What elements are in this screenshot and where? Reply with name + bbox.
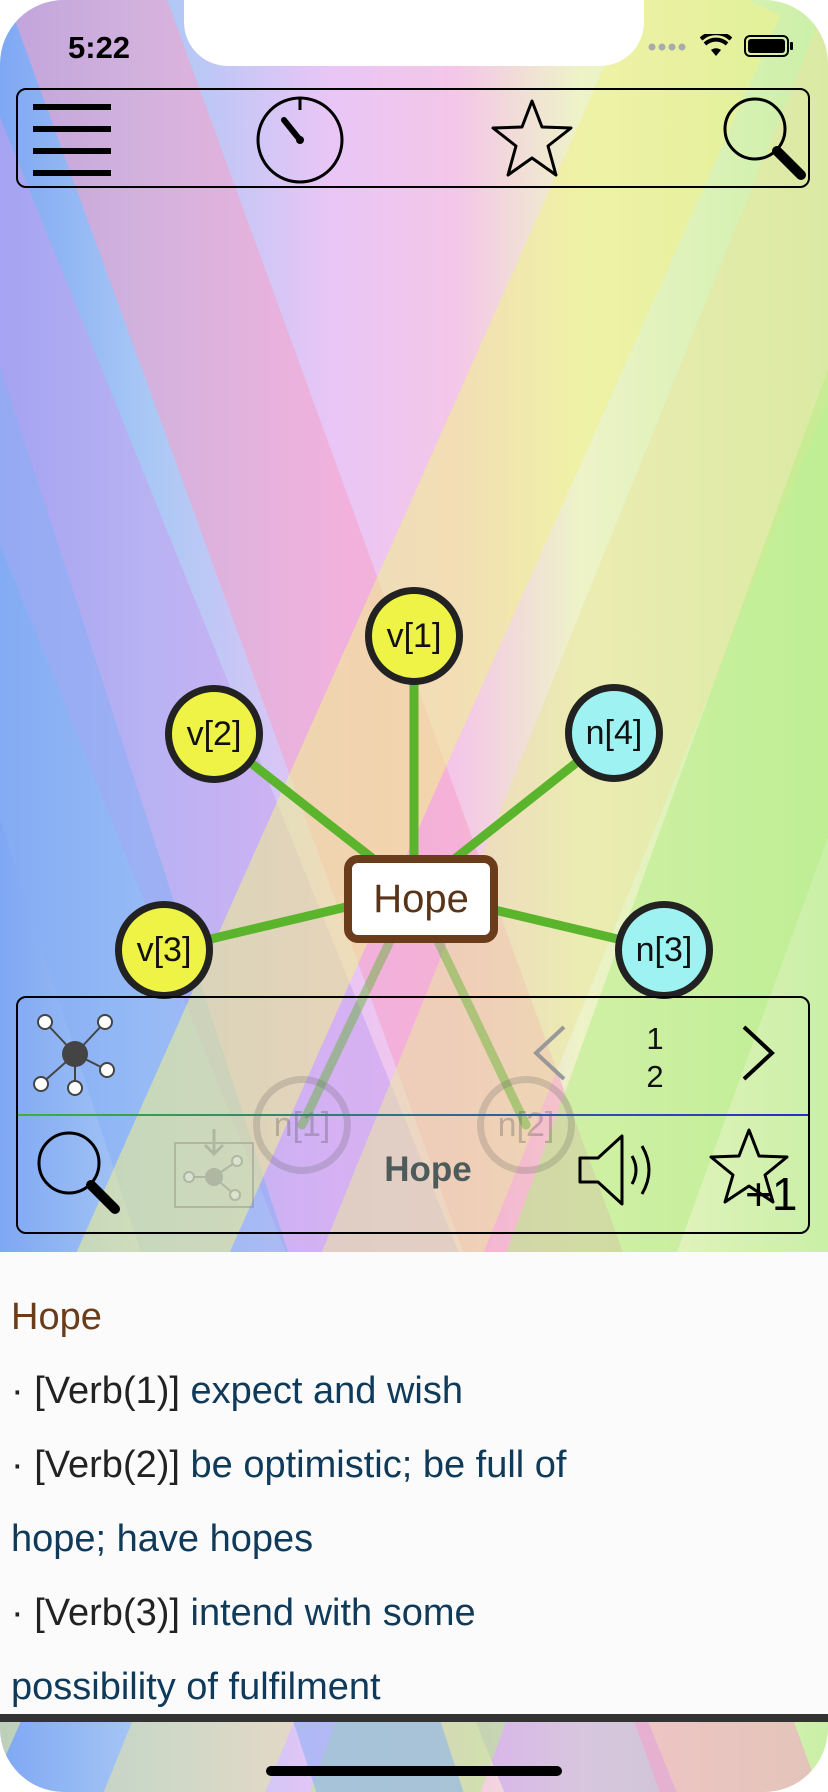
definition-line: · [Verb(3)] intend with some	[11, 1592, 476, 1635]
panel-divider	[18, 1114, 808, 1116]
star-plus-icon: +1	[709, 1126, 797, 1220]
import-graph-button[interactable]	[172, 1126, 256, 1214]
definition-title: Hope	[11, 1296, 102, 1338]
search-icon	[35, 1129, 121, 1220]
graph-node-v1[interactable]: v[1]	[365, 587, 463, 685]
top-toolbar	[16, 88, 810, 188]
favorites-button[interactable]	[484, 94, 580, 186]
definitions-panel: Hope · [Verb(1)] expect and wish · [Verb…	[0, 1252, 828, 1714]
definition-line: possibility of fulfilment	[11, 1666, 381, 1709]
page-total: 2	[646, 1059, 664, 1094]
next-page-button[interactable]	[730, 1024, 786, 1086]
signal-icon	[648, 39, 688, 58]
page-current: 1	[646, 1021, 664, 1056]
battery-icon	[744, 34, 794, 63]
previous-page-button[interactable]	[522, 1024, 578, 1086]
definition-text: possibility of fulfilment	[11, 1666, 381, 1708]
app-screen: 5:22 v[1] v[2] n[4] v[3] n[3] n[1] n[2] …	[0, 0, 828, 1792]
definition-tag: · [Verb(2)]	[11, 1444, 180, 1486]
graph-center-word[interactable]: Hope	[344, 855, 498, 943]
current-word-label: Hope	[384, 1150, 472, 1189]
definition-line: · [Verb(1)] expect and wish	[11, 1370, 463, 1413]
status-icons	[648, 31, 794, 63]
network-graph-icon	[31, 1008, 121, 1105]
definition-tag: · [Verb(3)]	[11, 1592, 180, 1634]
search-button[interactable]	[716, 94, 812, 186]
import-graph-icon	[173, 1127, 255, 1214]
graph-node-n3[interactable]: n[3]	[615, 901, 713, 999]
search-icon	[721, 95, 807, 186]
speaker-icon	[576, 1130, 660, 1215]
star-icon	[489, 97, 575, 184]
graph-node-v3[interactable]: v[3]	[115, 901, 213, 999]
page-indicator: 1 2	[630, 1020, 680, 1096]
graph-view-button[interactable]	[30, 1008, 122, 1104]
search-word-button[interactable]	[32, 1128, 124, 1220]
timer-button[interactable]	[252, 94, 348, 186]
speak-button[interactable]	[574, 1128, 662, 1216]
definition-text: hope; have hopes	[11, 1518, 314, 1560]
status-bar: 5:22	[0, 0, 828, 92]
graph-node-v2[interactable]: v[2]	[165, 685, 263, 783]
definition-text: be optimistic; be full of	[179, 1444, 567, 1486]
svg-text:+1: +1	[745, 1168, 797, 1214]
scroll-divider	[0, 1714, 828, 1722]
definition-text: expect and wish	[179, 1370, 464, 1412]
chevron-left-icon	[530, 1023, 570, 1088]
timer-icon	[254, 92, 346, 189]
control-panel: 1 2 Hope +1	[16, 996, 810, 1234]
home-indicator[interactable]	[266, 1766, 562, 1776]
hamburger-menu-icon	[31, 98, 113, 183]
wifi-icon	[699, 31, 733, 63]
add-favorite-button[interactable]: +1	[708, 1126, 798, 1220]
definition-tag: · [Verb(1)]	[11, 1370, 180, 1412]
menu-button[interactable]	[24, 94, 120, 186]
graph-node-n4[interactable]: n[4]	[565, 684, 663, 782]
definition-line: · [Verb(2)] be optimistic; be full of	[11, 1444, 566, 1487]
definition-line: hope; have hopes	[11, 1518, 313, 1561]
status-time: 5:22	[68, 30, 131, 65]
definition-text: intend with some	[179, 1592, 476, 1634]
chevron-right-icon	[738, 1023, 778, 1088]
